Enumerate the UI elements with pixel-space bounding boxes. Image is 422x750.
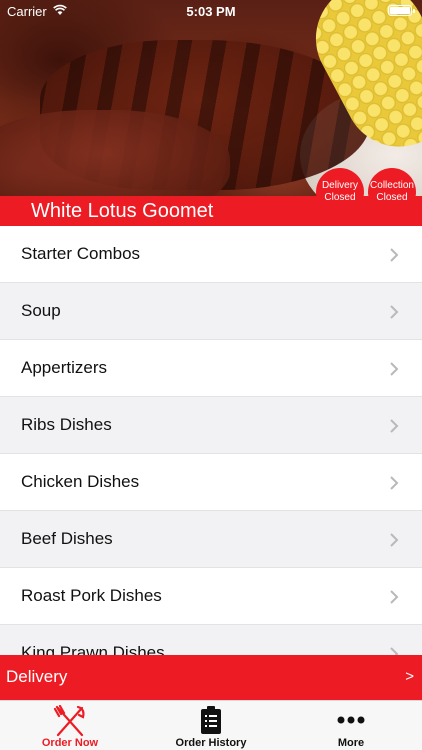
menu-item-starter-combos[interactable]: Starter Combos (0, 226, 422, 283)
chevron-right-icon (390, 419, 399, 433)
delivery-mode-label: Delivery (6, 667, 68, 686)
clipboard-icon (201, 706, 221, 734)
tab-order-history[interactable]: Order History (141, 701, 281, 750)
collection-badge-line1: Collection (370, 180, 414, 191)
chevron-right-icon (390, 476, 399, 490)
menu-item-beef-dishes[interactable]: Beef Dishes (0, 511, 422, 568)
restaurant-name: White Lotus Goomet (31, 200, 214, 222)
menu-item-label: King Prawn Dishes (21, 643, 165, 655)
status-bar: Carrier 5:03 PM (0, 0, 422, 22)
delivery-badge-line1: Delivery (321, 180, 359, 191)
chevron-right-icon (390, 647, 399, 655)
delivery-badge-line2: Closed (324, 192, 356, 203)
fork-knife-icon (53, 705, 85, 737)
tab-order-history-label: Order History (175, 737, 247, 749)
delivery-status-badge: Delivery Closed (316, 168, 364, 216)
menu-item-label: Chicken Dishes (21, 472, 140, 491)
tab-bar: Order Now Order History More (0, 700, 422, 750)
collection-badge-line2: Closed (376, 192, 408, 203)
chevron-right-icon (390, 533, 399, 547)
chevron-right-icon (390, 362, 399, 376)
menu-item-label: Appertizers (21, 358, 107, 377)
menu-category-list[interactable]: Starter Combos Soup Appertizers Ribs Dis… (0, 226, 422, 655)
more-dots-icon (337, 716, 365, 724)
tab-more[interactable]: More (281, 701, 421, 750)
menu-item-roast-pork-dishes[interactable]: Roast Pork Dishes (0, 568, 422, 625)
menu-item-chicken-dishes[interactable]: Chicken Dishes (0, 454, 422, 511)
tab-order-now-label: Order Now (41, 737, 99, 749)
collection-status-badge: Collection Closed (368, 168, 416, 216)
tab-more-label: More (337, 737, 365, 749)
menu-item-label: Beef Dishes (21, 529, 113, 548)
tab-order-now[interactable]: Order Now (0, 701, 140, 750)
delivery-mode-bar[interactable]: Delivery > (0, 655, 422, 700)
chevron-right-icon (390, 305, 399, 319)
menu-item-soup[interactable]: Soup (0, 283, 422, 340)
menu-item-king-prawn-dishes[interactable]: King Prawn Dishes (0, 625, 422, 655)
status-time: 5:03 PM (186, 4, 236, 19)
menu-item-label: Roast Pork Dishes (21, 586, 162, 605)
menu-item-ribs-dishes[interactable]: Ribs Dishes (0, 397, 422, 454)
menu-item-label: Soup (21, 301, 61, 320)
battery-icon (388, 5, 415, 16)
chevron-right-icon (390, 590, 399, 604)
menu-item-label: Ribs Dishes (21, 415, 112, 434)
delivery-mode-arrow: > (405, 668, 414, 685)
chevron-right-icon (390, 248, 399, 262)
menu-item-label: Starter Combos (21, 244, 141, 263)
menu-item-appertizers[interactable]: Appertizers (0, 340, 422, 397)
